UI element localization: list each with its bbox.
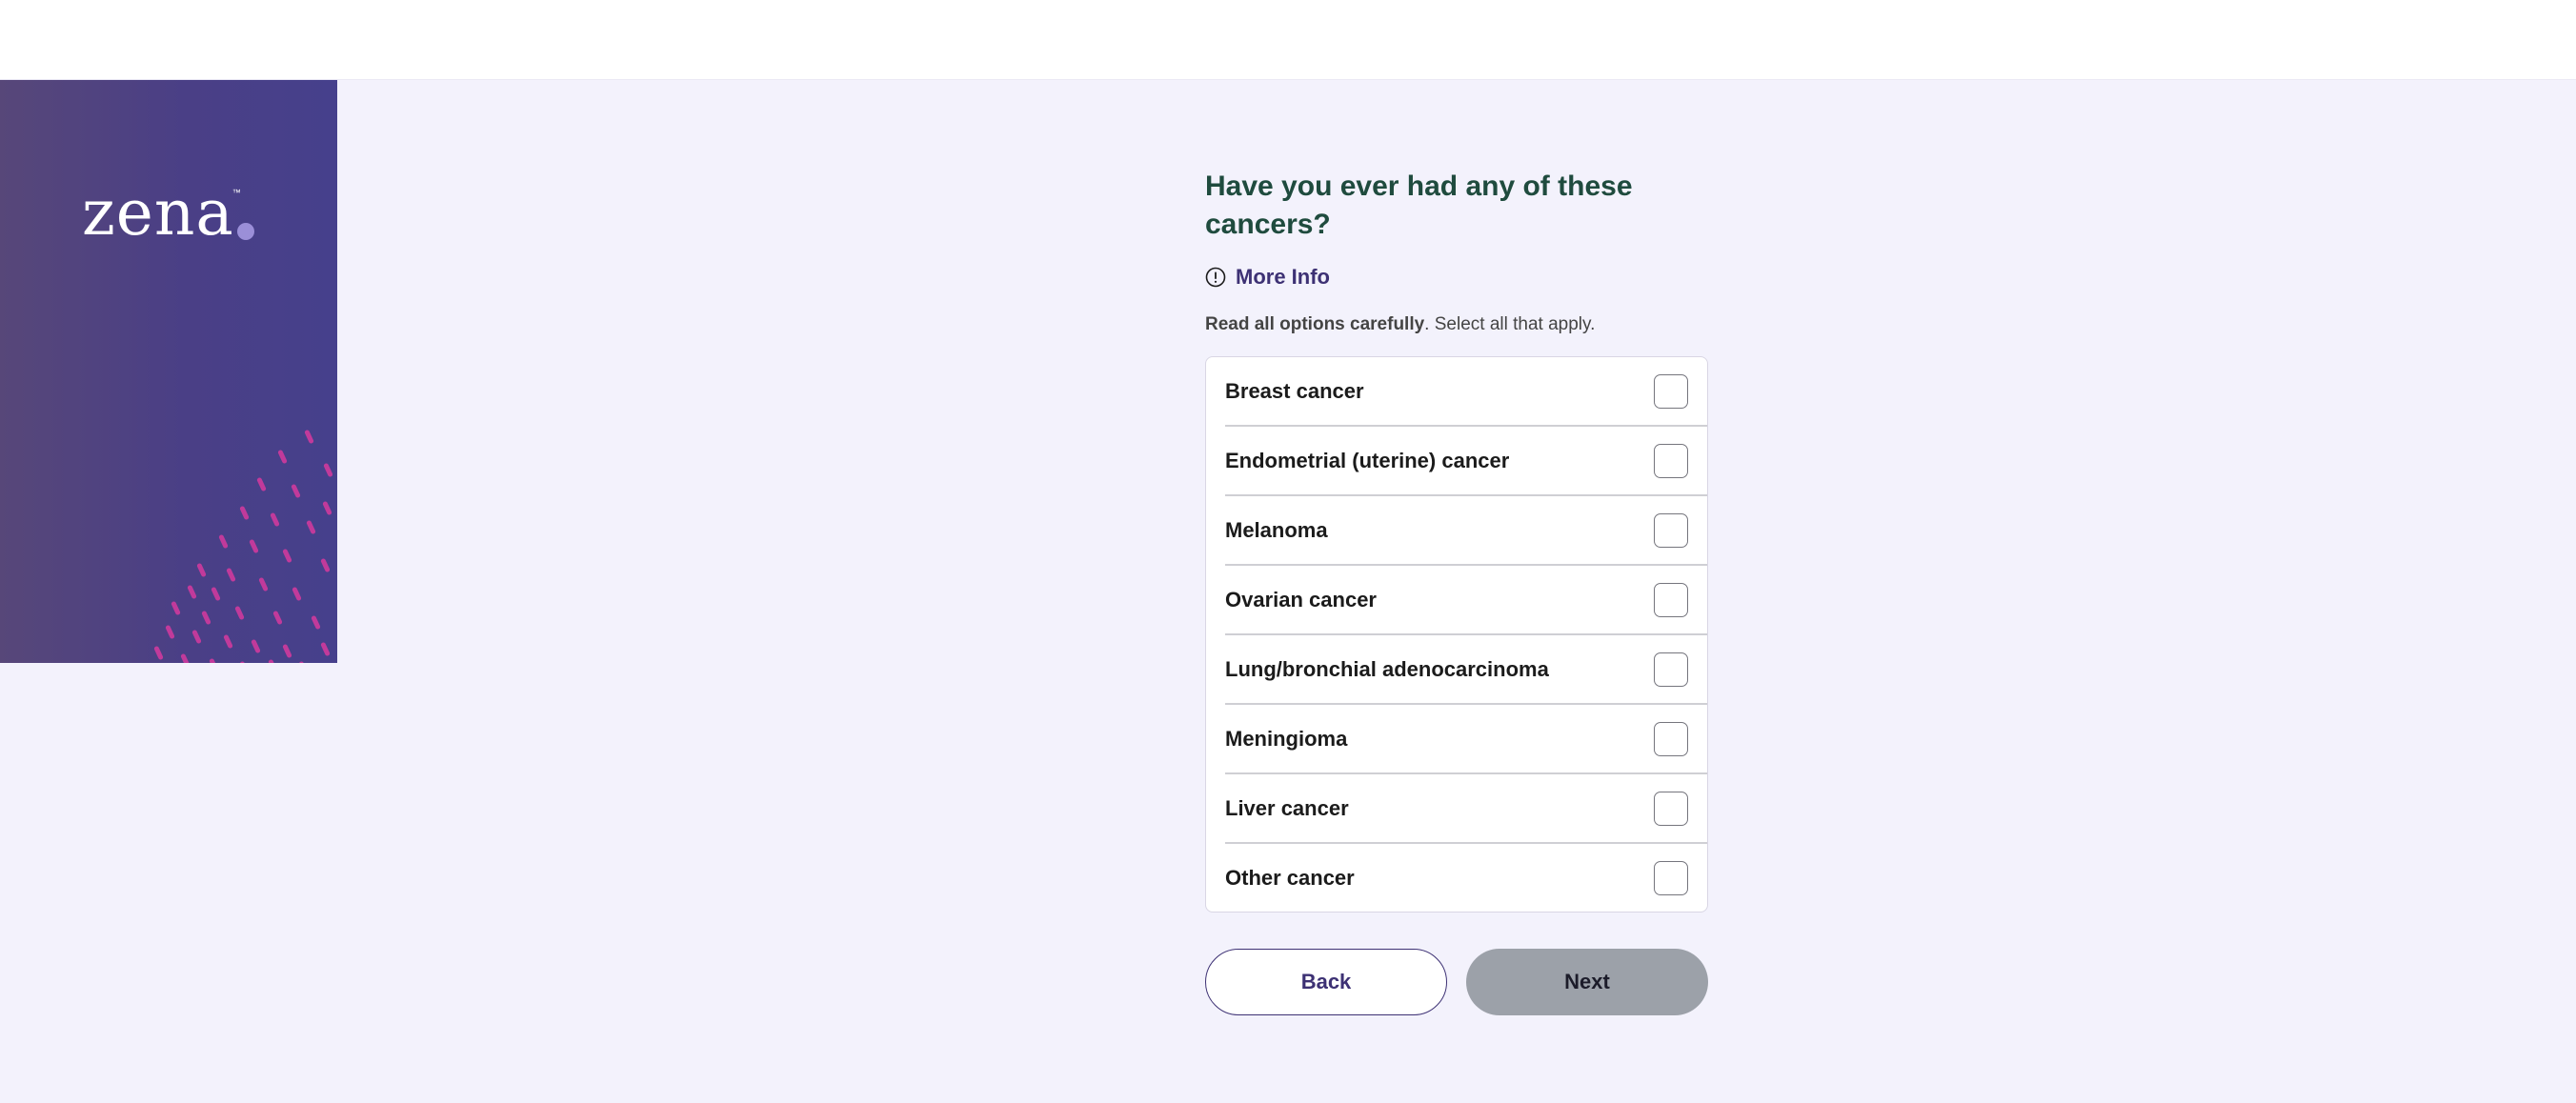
pattern-dash — [165, 625, 175, 639]
question-card: Have you ever had any of these cancers? … — [1205, 168, 1708, 1015]
option-checkbox[interactable] — [1654, 791, 1688, 826]
pattern-dash — [291, 484, 301, 498]
logo-dot — [236, 223, 254, 240]
pattern-dash — [270, 512, 280, 527]
instructions-emphasis: Read all options carefully — [1205, 314, 1425, 334]
option-endometrial-cancer[interactable]: Endometrial (uterine) cancer — [1225, 427, 1707, 496]
pattern-dash — [258, 577, 269, 592]
pattern-dash — [218, 534, 229, 549]
option-checkbox[interactable] — [1654, 721, 1688, 756]
pattern-dash — [268, 659, 278, 663]
option-liver-cancer[interactable]: Liver cancer — [1225, 774, 1707, 844]
option-checkbox[interactable] — [1654, 582, 1688, 617]
pattern-dash — [322, 501, 332, 515]
option-label: Breast cancer — [1225, 378, 1364, 403]
option-checkbox[interactable] — [1654, 512, 1688, 548]
pattern-dash — [201, 611, 211, 625]
pattern-dash — [239, 506, 250, 520]
pattern-dash — [306, 520, 316, 534]
pattern-dash — [256, 477, 267, 491]
pattern-dash — [226, 568, 236, 582]
zena-logo: zena ™ — [82, 182, 254, 245]
pattern-dash — [323, 463, 333, 477]
option-label: Liver cancer — [1225, 795, 1349, 820]
pattern-dash — [304, 430, 314, 444]
pattern-dash — [292, 587, 302, 601]
top-bar — [0, 0, 2576, 80]
option-checkbox[interactable] — [1654, 373, 1688, 409]
option-lung-adenocarcinoma[interactable]: Lung/bronchial adenocarcinoma — [1225, 635, 1707, 705]
pattern-dash — [171, 601, 181, 615]
pattern-dash — [282, 644, 292, 658]
pattern-dash — [320, 558, 331, 572]
option-label: Endometrial (uterine) cancer — [1225, 448, 1510, 472]
instructions: Read all options carefully. Select all t… — [1205, 314, 1708, 335]
option-meningioma[interactable]: Meningioma — [1225, 705, 1707, 774]
navigation-buttons: Back Next — [1205, 949, 1708, 1015]
pattern-dash — [239, 661, 250, 663]
pattern-dash — [277, 450, 288, 464]
info-circle-icon — [1205, 267, 1226, 288]
next-button[interactable]: Next — [1466, 949, 1708, 1015]
more-info-label: More Info — [1236, 265, 1330, 289]
pattern-dash — [153, 646, 164, 660]
pattern-dash — [211, 587, 221, 601]
pattern-dash — [191, 630, 202, 644]
option-label: Lung/bronchial adenocarcinoma — [1225, 656, 1549, 681]
logo-wordmark: zena — [82, 176, 234, 250]
option-breast-cancer[interactable]: Breast cancer — [1225, 357, 1707, 427]
pattern-dash — [209, 658, 219, 663]
instructions-text: . Select all that apply. — [1424, 314, 1596, 334]
more-info-link[interactable]: More Info — [1205, 265, 1708, 290]
back-button[interactable]: Back — [1205, 949, 1447, 1015]
option-checkbox[interactable] — [1654, 860, 1688, 895]
decorative-dash-pattern — [153, 430, 333, 663]
pattern-dash — [234, 606, 245, 620]
pattern-dash — [223, 634, 233, 649]
cancer-options-list: Breast cancer Endometrial (uterine) canc… — [1205, 356, 1708, 912]
pattern-dash — [180, 653, 191, 663]
pattern-dash — [282, 549, 292, 563]
pattern-dash — [187, 585, 197, 599]
pattern-dash — [272, 611, 283, 625]
pattern-dash — [311, 615, 321, 630]
option-other-cancer[interactable]: Other cancer — [1225, 844, 1707, 912]
option-label: Meningioma — [1225, 726, 1348, 751]
pattern-dash — [298, 661, 309, 663]
option-checkbox[interactable] — [1654, 443, 1688, 478]
option-ovarian-cancer[interactable]: Ovarian cancer — [1225, 566, 1707, 635]
pattern-dash — [320, 642, 331, 656]
brand-panel: zena ™ — [0, 80, 337, 663]
pattern-dash — [251, 639, 261, 653]
option-label: Melanoma — [1225, 517, 1328, 542]
pattern-dash — [249, 539, 259, 553]
option-checkbox[interactable] — [1654, 652, 1688, 687]
option-melanoma[interactable]: Melanoma — [1225, 496, 1707, 566]
pattern-dash — [196, 563, 207, 577]
option-label: Ovarian cancer — [1225, 587, 1377, 612]
logo-trademark: ™ — [231, 188, 241, 197]
option-label: Other cancer — [1225, 865, 1355, 890]
question-title: Have you ever had any of these cancers? — [1205, 170, 1633, 240]
